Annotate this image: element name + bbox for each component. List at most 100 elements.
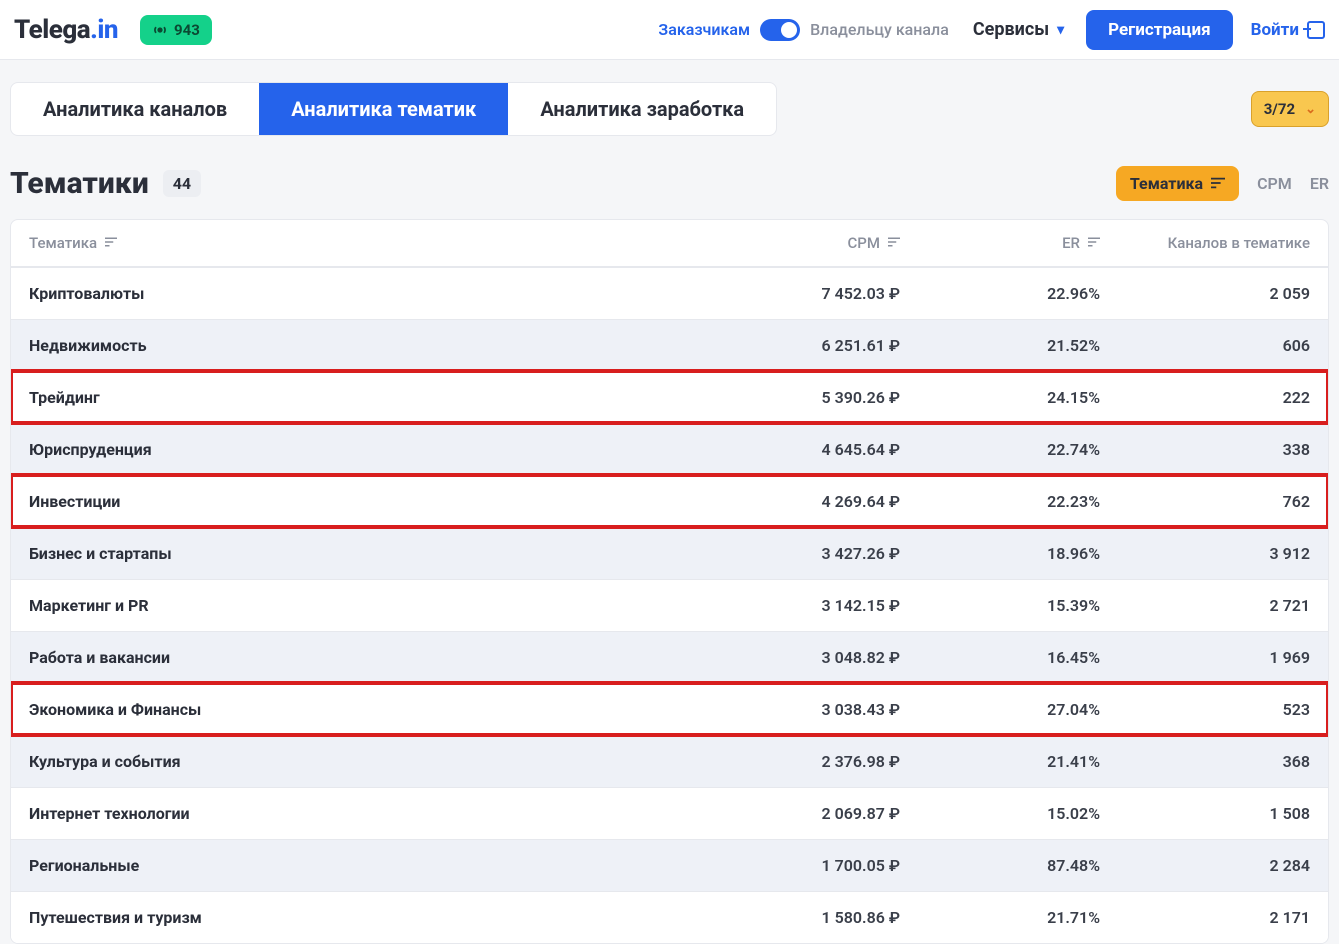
count-badge: 44 [163, 170, 201, 197]
row-er: 21.41% [900, 752, 1100, 771]
table-header: Тематика CPM ER Каналов в тематике [11, 220, 1328, 267]
row-er: 27.04% [900, 700, 1100, 719]
sort-er-button[interactable]: ER [1310, 174, 1329, 193]
row-cpm: 2 069.87 ₽ [700, 804, 900, 823]
col-er-label: ER [1062, 234, 1080, 252]
row-channels: 2 721 [1100, 596, 1310, 615]
row-topic: Культура и события [29, 752, 700, 771]
row-cpm: 4 645.64 ₽ [700, 440, 900, 459]
broadcast-icon [152, 22, 168, 38]
row-channels: 3 912 [1100, 544, 1310, 563]
table-row[interactable]: Трейдинг5 390.26 ₽24.15%222 [11, 371, 1328, 423]
register-button[interactable]: Регистрация [1086, 10, 1232, 50]
row-er: 24.15% [900, 388, 1100, 407]
row-channels: 222 [1100, 388, 1310, 407]
row-topic: Путешествия и туризм [29, 908, 700, 927]
analytics-tabs: Аналитика каналов Аналитика тематик Анал… [10, 82, 777, 136]
row-topic: Интернет технологии [29, 804, 700, 823]
row-cpm: 1 700.05 ₽ [700, 856, 900, 875]
table-row[interactable]: Путешествия и туризм1 580.86 ₽21.71%2 17… [11, 891, 1328, 943]
row-channels: 368 [1100, 752, 1310, 771]
pager[interactable]: 3/72 ⌄ [1251, 91, 1329, 127]
pager-label: 3/72 [1264, 100, 1295, 118]
table-row[interactable]: Инвестиции4 269.64 ₽22.23%762 [11, 475, 1328, 527]
table-row[interactable]: Работа и вакансии3 048.82 ₽16.45%1 969 [11, 631, 1328, 683]
row-channels: 2 171 [1100, 908, 1310, 927]
table-row[interactable]: Бизнес и стартапы3 427.26 ₽18.96%3 912 [11, 527, 1328, 579]
col-channels-label: Каналов в тематике [1168, 234, 1310, 252]
table-row[interactable]: Криптовалюты7 452.03 ₽22.96%2 059 [11, 267, 1328, 319]
row-er: 21.52% [900, 336, 1100, 355]
tab-channels[interactable]: Аналитика каналов [11, 83, 259, 135]
row-cpm: 6 251.61 ₽ [700, 336, 900, 355]
sort-icon [1211, 174, 1225, 193]
tabs-row: Аналитика каналов Аналитика тематик Анал… [10, 82, 1329, 136]
table-row[interactable]: Маркетинг и PR3 142.15 ₽15.39%2 721 [11, 579, 1328, 631]
sort-controls: Тематика CPM ER [1116, 166, 1329, 201]
role-owner-link[interactable]: Владельцу канала [810, 20, 949, 39]
sort-topic-button[interactable]: Тематика [1116, 166, 1239, 201]
header: Telega.in 943 Заказчикам Владельцу канал… [0, 0, 1339, 60]
row-cpm: 5 390.26 ₽ [700, 388, 900, 407]
row-topic: Бизнес и стартапы [29, 544, 700, 563]
row-er: 87.48% [900, 856, 1100, 875]
tab-topics[interactable]: Аналитика тематик [259, 83, 508, 135]
row-cpm: 3 048.82 ₽ [700, 648, 900, 667]
row-topic: Юриспруденция [29, 440, 700, 459]
tab-earnings[interactable]: Аналитика заработка [508, 83, 776, 135]
row-topic: Региональные [29, 856, 700, 875]
col-topic[interactable]: Тематика [29, 234, 700, 252]
table-row[interactable]: Экономика и Финансы3 038.43 ₽27.04%523 [11, 683, 1328, 735]
col-er[interactable]: ER [900, 234, 1100, 252]
row-cpm: 4 269.64 ₽ [700, 492, 900, 511]
title-row: Тематики 44 Тематика CPM ER [10, 166, 1329, 201]
login-button[interactable]: Войти [1251, 20, 1325, 40]
table-row[interactable]: Региональные1 700.05 ₽87.48%2 284 [11, 839, 1328, 891]
page-title: Тематики [10, 166, 149, 201]
row-channels: 1 969 [1100, 648, 1310, 667]
table-row[interactable]: Интернет технологии2 069.87 ₽15.02%1 508 [11, 787, 1328, 839]
services-label: Сервисы [973, 19, 1049, 40]
col-cpm[interactable]: CPM [700, 234, 900, 252]
role-customer-link[interactable]: Заказчикам [658, 20, 750, 39]
row-channels: 2 284 [1100, 856, 1310, 875]
row-er: 22.74% [900, 440, 1100, 459]
row-er: 21.71% [900, 908, 1100, 927]
sort-icon [1088, 236, 1100, 250]
row-cpm: 7 452.03 ₽ [700, 284, 900, 303]
row-channels: 762 [1100, 492, 1310, 511]
sort-cpm-button[interactable]: CPM [1257, 174, 1292, 193]
row-cpm: 3 038.43 ₽ [700, 700, 900, 719]
row-topic: Недвижимость [29, 336, 700, 355]
row-topic: Маркетинг и PR [29, 596, 700, 615]
services-dropdown[interactable]: Сервисы ▾ [973, 19, 1064, 40]
logo[interactable]: Telega.in [14, 15, 118, 45]
sort-icon [888, 236, 900, 250]
online-badge[interactable]: 943 [140, 15, 212, 45]
role-toggle[interactable] [760, 19, 800, 41]
table-row[interactable]: Недвижимость6 251.61 ₽21.52%606 [11, 319, 1328, 371]
col-channels: Каналов в тематике [1100, 234, 1310, 252]
online-count: 943 [174, 21, 200, 39]
col-cpm-label: CPM [848, 234, 880, 252]
table-row[interactable]: Культура и события2 376.98 ₽21.41%368 [11, 735, 1328, 787]
login-icon [1307, 21, 1325, 39]
row-cpm: 1 580.86 ₽ [700, 908, 900, 927]
row-topic: Трейдинг [29, 388, 700, 407]
col-topic-label: Тематика [29, 234, 97, 252]
sort-topic-label: Тематика [1130, 174, 1203, 193]
row-er: 22.23% [900, 492, 1100, 511]
topics-table: Тематика CPM ER Каналов в тематике [10, 219, 1329, 944]
row-topic: Экономика и Финансы [29, 700, 700, 719]
row-er: 22.96% [900, 284, 1100, 303]
row-channels: 523 [1100, 700, 1310, 719]
logo-text: Telega [14, 15, 90, 45]
row-er: 15.02% [900, 804, 1100, 823]
table-row[interactable]: Юриспруденция4 645.64 ₽22.74%338 [11, 423, 1328, 475]
row-channels: 1 508 [1100, 804, 1310, 823]
chevron-down-icon: ▾ [1057, 22, 1064, 38]
row-er: 16.45% [900, 648, 1100, 667]
logo-dot: .in [90, 15, 118, 45]
row-cpm: 3 427.26 ₽ [700, 544, 900, 563]
row-cpm: 2 376.98 ₽ [700, 752, 900, 771]
